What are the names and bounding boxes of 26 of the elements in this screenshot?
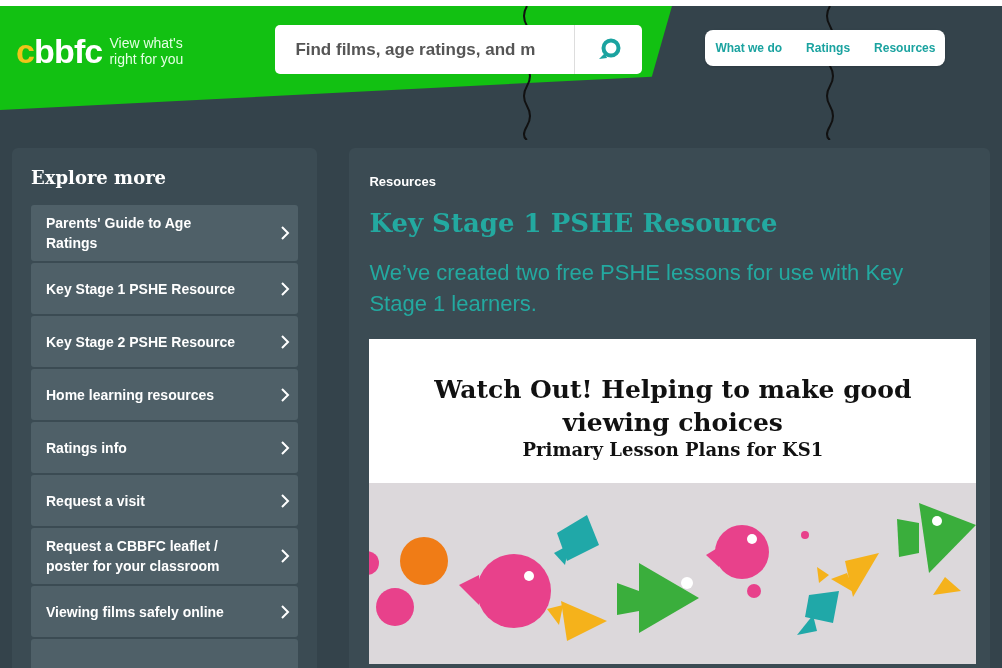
sidebar-item[interactable]: Key Stage 1 PSHE Resource: [31, 263, 299, 314]
sidebar-item[interactable]: Home learning resources: [31, 369, 299, 420]
poster-subtitle: Primary Lesson Plans for KS1: [522, 438, 824, 461]
chevron-right-icon: [280, 440, 291, 455]
sidebar-title: Explore more: [31, 166, 168, 190]
chevron-right-icon: [280, 281, 291, 296]
chevron-right-icon: [280, 604, 291, 619]
search-field[interactable]: Find films, age ratings, and m: [275, 25, 575, 74]
sidebar-item[interactable]: Request a visit: [31, 475, 299, 526]
breadcrumb[interactable]: Resources: [369, 172, 970, 192]
chevron-right-icon: [280, 549, 291, 563]
sidebar-item[interactable]: Parents' Guide to Age Ratings: [31, 205, 299, 261]
sidebar-item[interactable]: Request a CBBFC leaflet / poster for your classroom: [31, 528, 299, 584]
sidebar-item[interactable]: Key Stage 2 PSHE Resource: [31, 316, 299, 367]
page-title: Key Stage 1 PSHE Resource: [369, 206, 779, 240]
poster-title: Watch Out! Helping to make good viewing choices: [433, 373, 913, 439]
logo-tagline: right for you: [109, 51, 184, 67]
chevron-right-icon: [280, 387, 291, 402]
chevron-right-icon: [280, 226, 291, 240]
chevron-right-icon: [280, 334, 291, 349]
intro-text: We’ve created two free PSHE lessons for use with Key Stage 1 learners.: [369, 258, 905, 318]
search-button[interactable]: [574, 25, 643, 74]
sidebar-item[interactable]: Viewing films safely online: [31, 586, 299, 637]
logo-tagline: View what's: [109, 35, 184, 51]
chevron-right-icon: [280, 493, 291, 508]
sidebar-item[interactable]: Ratings info: [31, 422, 299, 473]
